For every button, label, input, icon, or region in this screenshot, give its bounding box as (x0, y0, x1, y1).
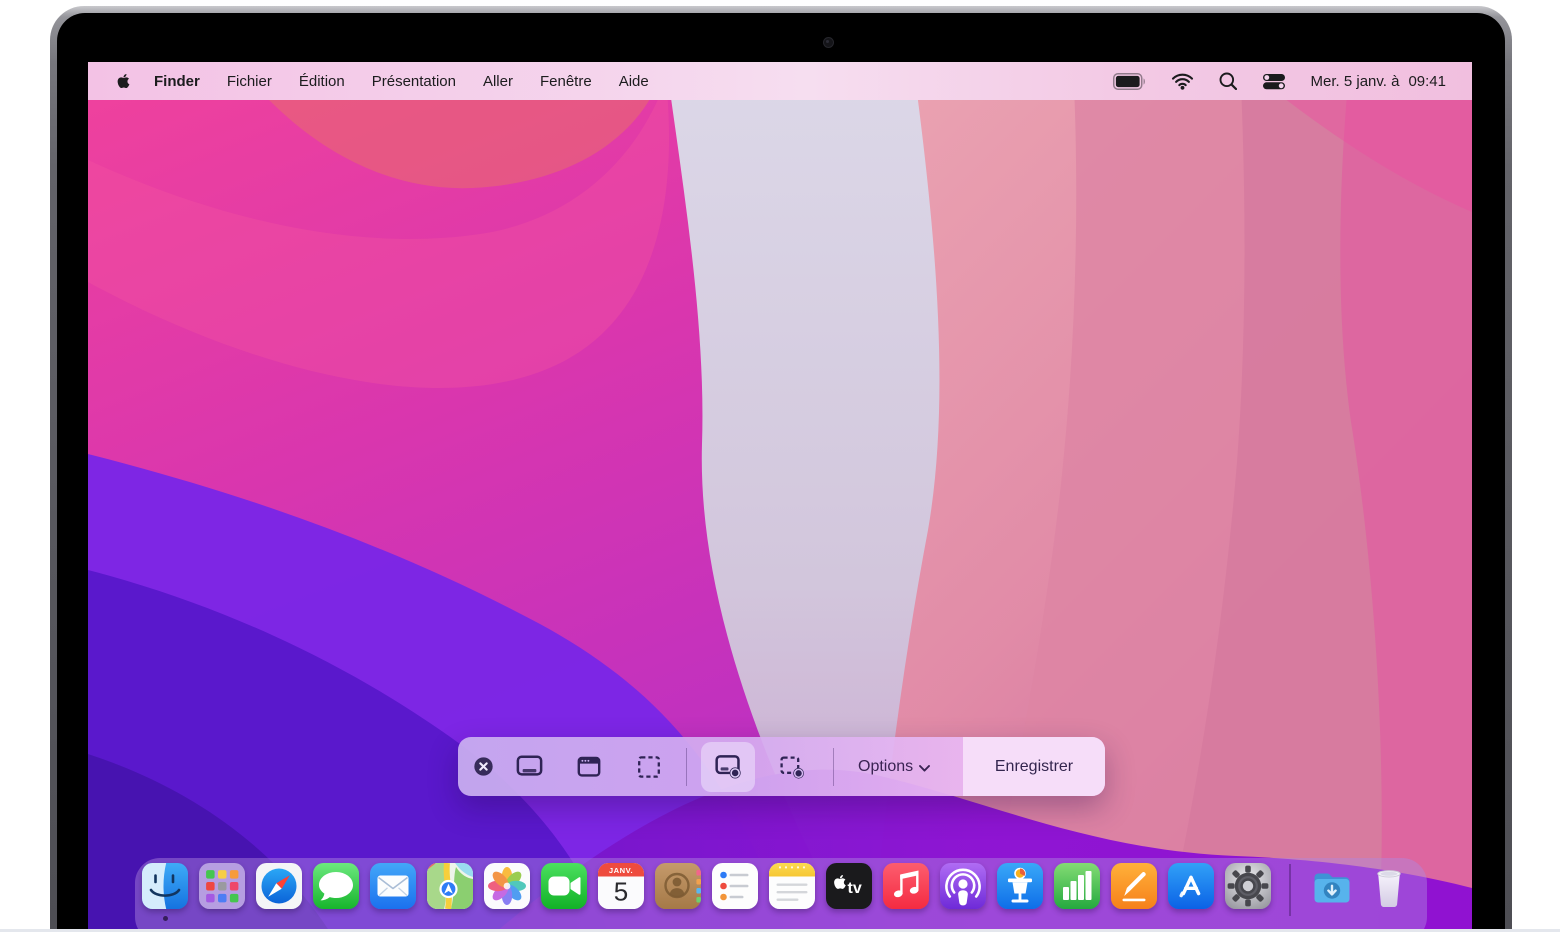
messages-icon (313, 863, 359, 909)
calendar-day-label: 5 (614, 877, 628, 907)
toolbar-divider (686, 748, 687, 786)
capture-selection-button[interactable] (626, 742, 672, 792)
capture-window-button[interactable] (566, 742, 612, 792)
menu-fenetre[interactable]: Fenêtre (540, 73, 592, 90)
battery-icon[interactable] (1113, 73, 1146, 90)
dock-item-keynote[interactable] (997, 863, 1043, 909)
record-selection-button[interactable] (769, 742, 815, 792)
dock-item-numbers[interactable] (1054, 863, 1100, 909)
record-button[interactable]: Enregistrer (963, 737, 1105, 796)
launchpad-icon (199, 863, 245, 909)
screen: Finder Fichier Édition Présentation Alle… (88, 62, 1472, 932)
dock-item-apple-tv[interactable]: tv (826, 863, 872, 909)
options-button[interactable]: Options (850, 742, 938, 792)
facetime-icon (541, 863, 587, 909)
reminders-icon (712, 863, 758, 909)
menu-edition[interactable]: Édition (299, 73, 345, 90)
clock-time: 09:41 (1408, 73, 1446, 90)
dock-item-pages[interactable] (1111, 863, 1157, 909)
spotlight-search-icon[interactable] (1219, 72, 1237, 90)
notes-icon (769, 863, 815, 909)
dock-item-maps[interactable] (427, 863, 473, 909)
apple-logo-icon[interactable] (117, 73, 130, 89)
trash-icon (1366, 863, 1412, 909)
finder-running-indicator (163, 916, 168, 921)
dock-item-facetime[interactable] (541, 863, 587, 909)
menu-aide[interactable]: Aide (619, 73, 649, 90)
system-preferences-icon (1225, 863, 1271, 909)
music-icon (883, 863, 929, 909)
record-selection-icon (779, 755, 805, 779)
dock-item-reminders[interactable] (712, 863, 758, 909)
calendar-icon: JANV. 5 (598, 863, 644, 909)
dock-item-safari[interactable] (256, 863, 302, 909)
downloads-icon (1309, 863, 1355, 909)
calendar-month-label: JANV. (609, 866, 633, 875)
control-center-icon[interactable] (1262, 73, 1286, 90)
photos-icon (484, 863, 530, 909)
menu-finder[interactable]: Finder (154, 73, 200, 90)
menu-aller[interactable]: Aller (483, 73, 513, 90)
contacts-icon (655, 863, 701, 909)
wifi-icon[interactable] (1171, 73, 1194, 90)
maps-icon (427, 863, 473, 909)
keynote-icon (997, 863, 1043, 909)
dock-item-finder[interactable] (142, 863, 188, 909)
mail-icon (370, 863, 416, 909)
chevron-down-icon (919, 765, 930, 772)
dock-item-launchpad[interactable] (199, 863, 245, 909)
record-entire-screen-button[interactable] (701, 742, 755, 792)
numbers-icon (1054, 863, 1100, 909)
dock-item-system-preferences[interactable] (1225, 863, 1271, 909)
apple-tv-icon: tv (826, 863, 872, 909)
dock-separator (1289, 864, 1291, 916)
desktop-wallpaper (88, 62, 1472, 932)
dock: JANV. 5 (135, 858, 1427, 932)
app-menus: Finder Fichier Édition Présentation Alle… (154, 73, 649, 90)
dock-item-notes[interactable] (769, 863, 815, 909)
capture-window-icon (576, 755, 602, 779)
capture-screen-icon (516, 754, 543, 779)
menu-presentation[interactable]: Présentation (372, 73, 456, 90)
menu-fichier[interactable]: Fichier (227, 73, 272, 90)
clock-date: Mer. 5 janv. à (1311, 73, 1400, 90)
screenshot-root: Finder Fichier Édition Présentation Alle… (0, 0, 1560, 932)
capture-entire-screen-button[interactable] (506, 742, 552, 792)
record-button-label: Enregistrer (995, 758, 1073, 776)
podcasts-icon (940, 863, 986, 909)
dock-item-downloads[interactable] (1309, 863, 1355, 909)
dock-item-photos[interactable] (484, 863, 530, 909)
menu-bar-clock[interactable]: Mer. 5 janv. à 09:41 (1311, 73, 1446, 90)
dock-item-music[interactable] (883, 863, 929, 909)
menu-bar: Finder Fichier Édition Présentation Alle… (88, 62, 1472, 100)
dock-item-contacts[interactable] (655, 863, 701, 909)
close-button[interactable] (470, 742, 496, 792)
dock-item-trash[interactable] (1366, 863, 1412, 909)
dock-item-mail[interactable] (370, 863, 416, 909)
finder-icon (142, 863, 188, 909)
webcam-icon (823, 37, 834, 48)
dock-item-calendar[interactable]: JANV. 5 (598, 863, 644, 909)
dock-item-messages[interactable] (313, 863, 359, 909)
dock-item-app-store[interactable] (1168, 863, 1214, 909)
pages-icon (1111, 863, 1157, 909)
safari-icon (256, 863, 302, 909)
screenshot-toolbar: Options Enregistrer (458, 737, 1105, 796)
record-screen-icon (715, 754, 742, 779)
close-circle-icon (473, 756, 494, 777)
capture-selection-icon (636, 755, 662, 779)
toolbar-divider (833, 748, 834, 786)
dock-item-podcasts[interactable] (940, 863, 986, 909)
app-store-icon (1168, 863, 1214, 909)
apple-tv-label: tv (848, 880, 862, 897)
options-label: Options (858, 758, 913, 776)
status-area: Mer. 5 janv. à 09:41 (1113, 72, 1446, 90)
